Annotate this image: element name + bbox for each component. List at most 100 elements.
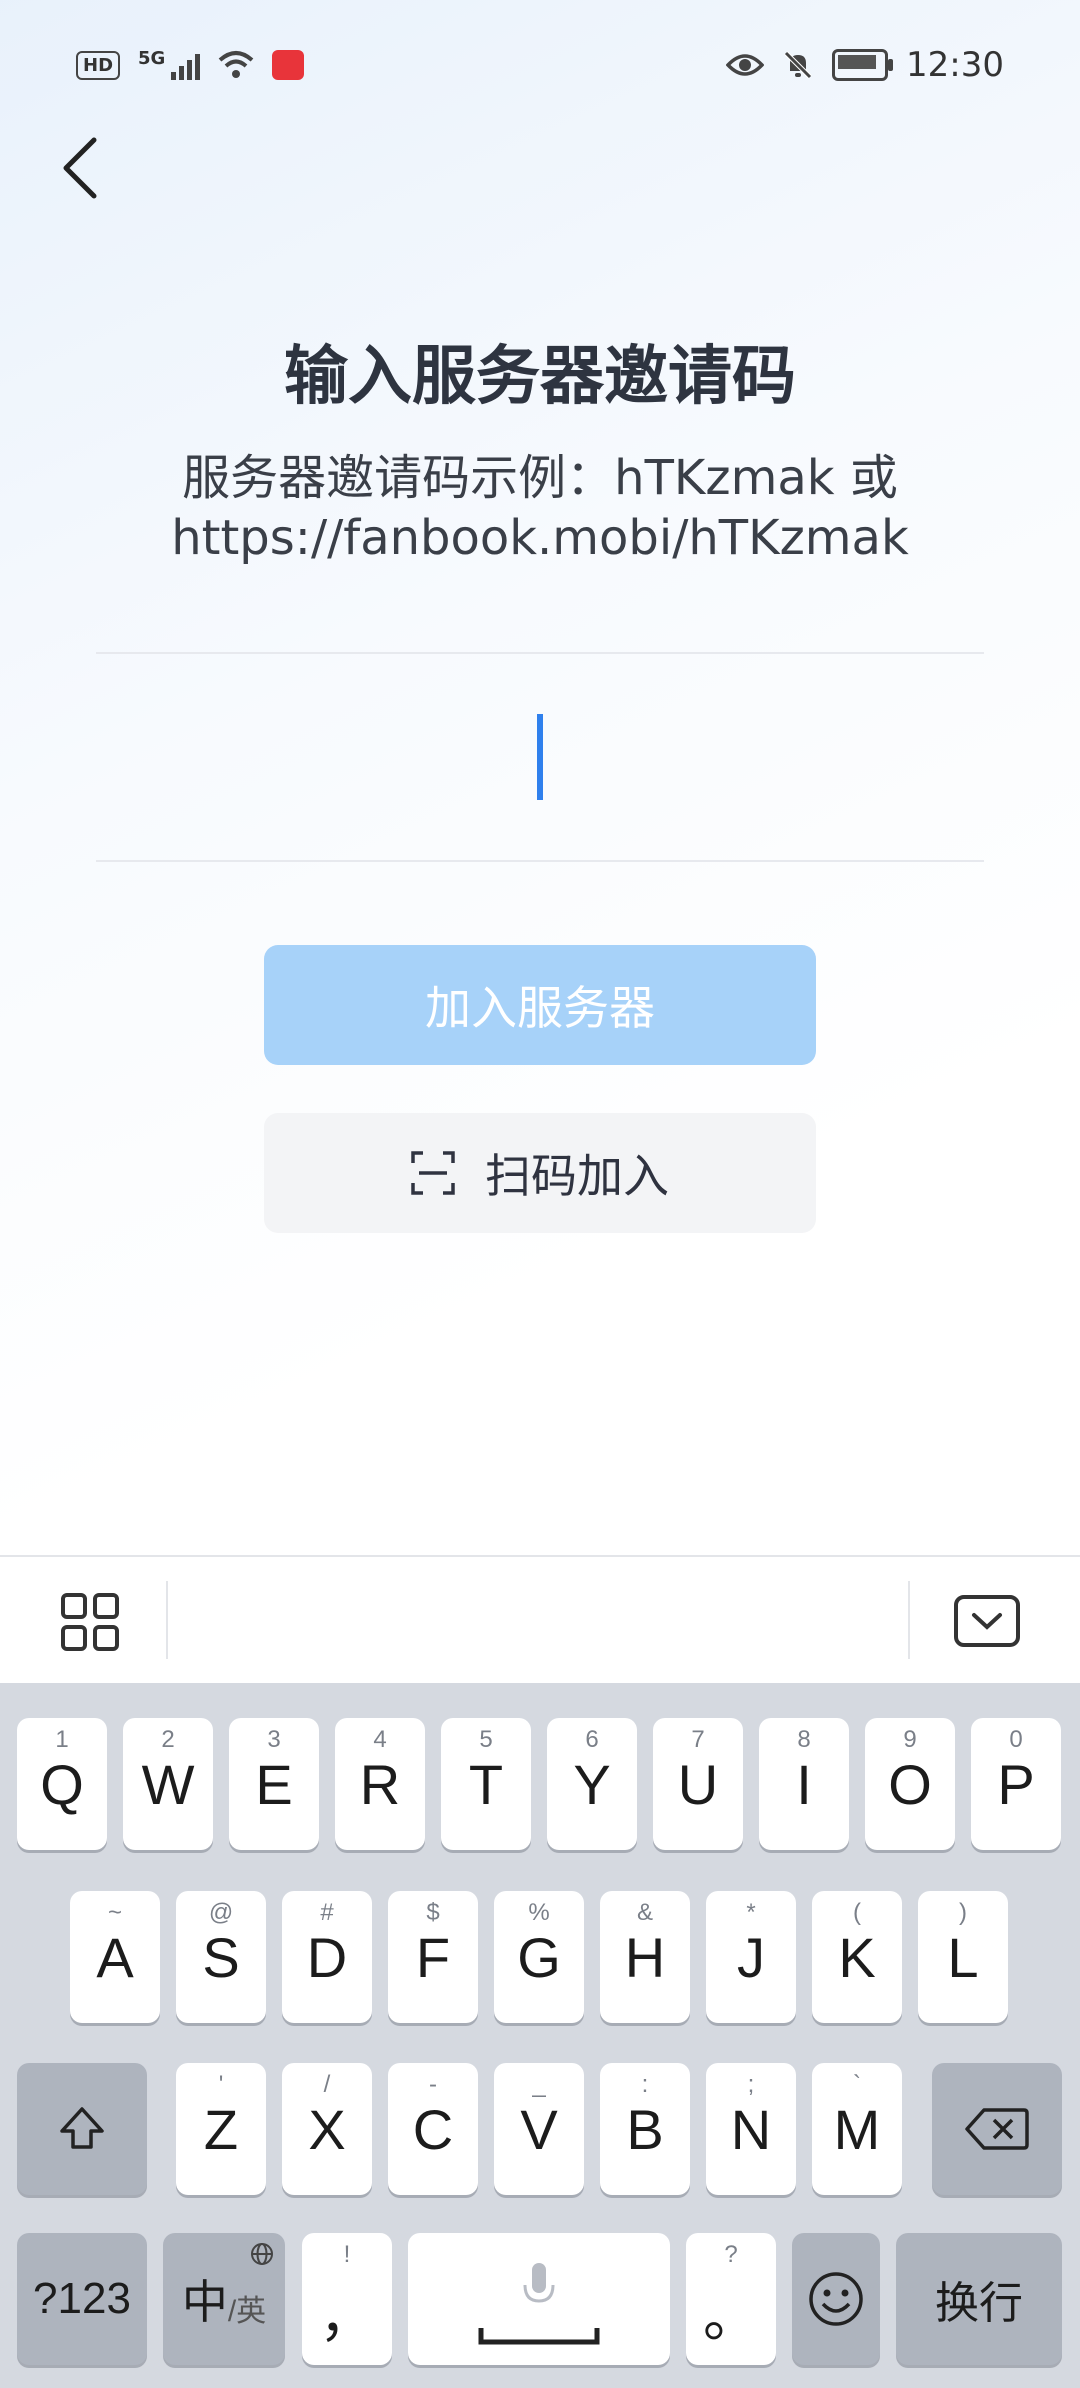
key-u[interactable]: 7U — [653, 1718, 743, 1850]
key-label: 。 — [703, 2284, 759, 2348]
key-label: I — [796, 1752, 812, 1816]
chevron-left-icon — [63, 137, 97, 199]
invite-code-input[interactable] — [96, 654, 984, 860]
space-bar-icon — [478, 2328, 600, 2345]
key-c[interactable]: -C — [388, 2063, 478, 2195]
scan-to-join-button[interactable]: 扫码加入 — [264, 1113, 816, 1233]
key-r[interactable]: 4R — [335, 1718, 425, 1850]
input-bottom-divider — [96, 860, 984, 862]
key-j[interactable]: * J — [706, 1891, 796, 2023]
scan-button-label: 扫码加入 — [485, 1149, 669, 1203]
key-d[interactable]: # D — [282, 1891, 372, 2023]
subtitle-line-1: 服务器邀请码示例：hTKzmak 或 — [182, 450, 898, 506]
grid-menu-icon[interactable] — [55, 1587, 125, 1657]
backspace-icon — [965, 2108, 1029, 2150]
key-hint: ` — [853, 2071, 861, 2098]
key-hint: 3 — [267, 1726, 281, 1753]
signal-icon — [171, 50, 201, 80]
keyboard: 1 Q 2 W 3 E 4 R 5 T 6 Y 7 U 8 I 9 O 0 P ~ A @ S # D $ F% G & H * J(K) L ' Z… — [0, 1683, 1080, 2388]
key-label: R — [359, 1752, 401, 1816]
status-time: 12:30 — [906, 45, 1004, 85]
key-label: H — [624, 1925, 666, 1989]
lang-main-label: 中 — [181, 2276, 228, 2328]
key-label: N — [730, 2097, 772, 2161]
backspace-key[interactable] — [932, 2063, 1062, 2195]
join-server-button[interactable]: 加入服务器 — [264, 945, 816, 1065]
key-hint: & — [636, 1899, 653, 1926]
key-hint: ! — [343, 2241, 351, 2268]
status-left: HD 5G — [76, 47, 305, 80]
key-label: J — [737, 1925, 765, 1989]
key-label: V — [520, 2097, 558, 2161]
enter-key[interactable]: 换行 — [896, 2233, 1062, 2365]
status-right: 12:30 — [726, 45, 1004, 85]
key-n[interactable]: ; N — [706, 2063, 796, 2195]
toolbar-separator-left — [166, 1581, 168, 1659]
key-y[interactable]: 6Y — [547, 1718, 637, 1850]
key-w[interactable]: 2W — [123, 1718, 213, 1850]
emoji-icon — [809, 2272, 863, 2326]
app-notification-icon — [272, 50, 305, 80]
key-l[interactable]: ) L — [918, 1891, 1008, 2023]
key-label: G — [517, 1925, 561, 1989]
key-hint: 4 — [373, 1726, 387, 1753]
status-bar: HD 5G 12:30 — [0, 0, 1080, 130]
hd-icon: HD — [76, 50, 121, 80]
key-hint: 6 — [585, 1726, 599, 1753]
key-z[interactable]: ' Z — [176, 2063, 266, 2195]
key-i[interactable]: 8I — [759, 1718, 849, 1850]
emoji-key[interactable] — [792, 2233, 880, 2365]
scan-icon — [411, 1151, 455, 1195]
key-f[interactable]: $ F — [388, 1891, 478, 2023]
key-label: K — [838, 1925, 876, 1989]
key-e[interactable]: 3E — [229, 1718, 319, 1850]
key-q[interactable]: 1Q — [17, 1718, 107, 1850]
key-hint: ? — [724, 2241, 738, 2268]
key-hint: * — [746, 1899, 756, 1926]
back-button[interactable] — [40, 128, 120, 208]
key-x[interactable]: / X — [282, 2063, 372, 2195]
page-subtitle: 服务器邀请码示例：hTKzmak 或 https://fanbook.mobi/… — [0, 448, 1080, 568]
bell-muted-icon — [784, 51, 812, 79]
key-v[interactable]: _ V — [494, 2063, 584, 2195]
shift-key[interactable] — [17, 2063, 147, 2195]
space-key[interactable] — [408, 2233, 670, 2365]
eye-icon — [726, 54, 765, 76]
toolbar-separator-right — [908, 1581, 910, 1659]
language-switch-key[interactable]: 中/英 — [163, 2233, 285, 2365]
key-label: D — [306, 1925, 348, 1989]
hide-keyboard-icon[interactable] — [952, 1587, 1022, 1657]
key-t[interactable]: 5T — [441, 1718, 531, 1850]
subtitle-line-2: https://fanbook.mobi/hTKzmak — [171, 510, 909, 566]
network-type: 5G — [138, 47, 166, 69]
key-hint: 2 — [161, 1726, 175, 1753]
key-p[interactable]: 0P — [971, 1718, 1061, 1850]
key-hint: ~ — [107, 1899, 122, 1926]
period-key[interactable]: ?。 — [686, 2233, 776, 2365]
key-hint: 7 — [691, 1726, 705, 1753]
key-hint: 0 — [1009, 1726, 1023, 1753]
microphone-icon — [523, 2263, 555, 2303]
key-g[interactable]: % G — [494, 1891, 584, 2023]
key-label: ， — [319, 2284, 375, 2348]
key-b[interactable]: :B — [600, 2063, 690, 2195]
key-hint: 5 — [479, 1726, 493, 1753]
key-hint: ( — [853, 1899, 861, 1926]
key-label: F — [415, 1925, 451, 1989]
key-o[interactable]: 9O — [865, 1718, 955, 1850]
key-hint: ' — [218, 2071, 224, 2098]
numbers-key[interactable]: ?123 — [17, 2233, 147, 2365]
key-label: O — [888, 1752, 932, 1816]
key-s[interactable]: @ S — [176, 1891, 266, 2023]
wifi-icon — [219, 51, 254, 78]
key-h[interactable]: & H — [600, 1891, 690, 2023]
key-hint: ) — [959, 1899, 967, 1926]
key-label: P — [997, 1752, 1035, 1816]
key-a[interactable]: ~ A — [70, 1891, 160, 2023]
key-label: U — [677, 1752, 719, 1816]
shift-icon — [60, 2107, 104, 2149]
key-m[interactable]: ` M — [812, 2063, 902, 2195]
key-k[interactable]: (K — [812, 1891, 902, 2023]
key-label: L — [947, 1925, 979, 1989]
comma-key[interactable]: !， — [302, 2233, 392, 2365]
